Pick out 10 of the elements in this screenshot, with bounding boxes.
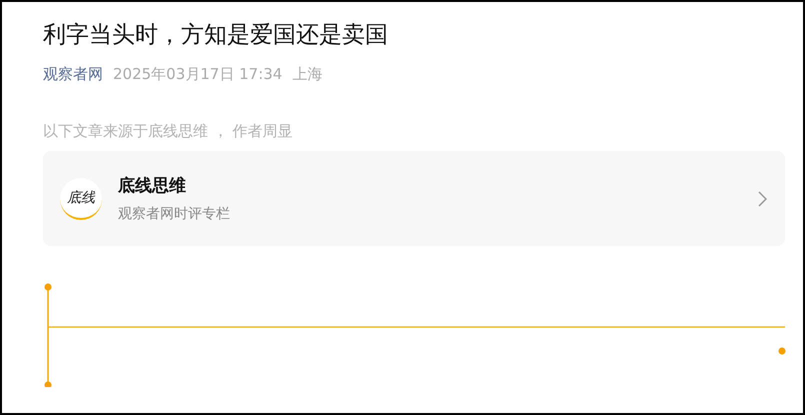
source-link[interactable]: 观察者网 bbox=[43, 63, 103, 85]
article-title: 利字当头时，方知是爱国还是卖国 bbox=[43, 21, 389, 50]
publish-date: 2025年03月17日 17:34 bbox=[113, 64, 282, 85]
account-logo: 底线 bbox=[60, 178, 102, 220]
attribution-text: 以下文章来源于底线思维 ， 作者周显 bbox=[43, 121, 294, 142]
chevron-right-icon bbox=[758, 190, 767, 206]
account-name: 底线思维 bbox=[118, 174, 187, 198]
account-description: 观察者网时评专栏 bbox=[118, 204, 231, 224]
publish-location: 上海 bbox=[292, 64, 322, 85]
account-card[interactable]: 底线 底线思维 观察者网时评专栏 bbox=[43, 151, 785, 246]
